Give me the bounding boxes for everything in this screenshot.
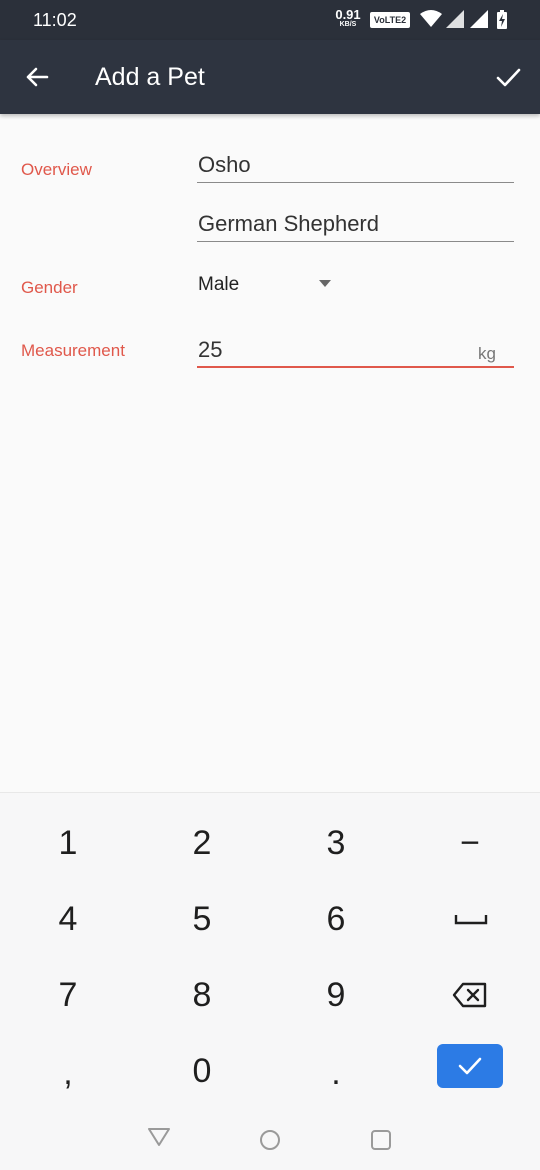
key-period[interactable]: . <box>296 1043 376 1103</box>
space-icon[interactable] <box>454 911 488 927</box>
breed-underline <box>197 241 514 242</box>
home-circle-icon[interactable] <box>258 1128 282 1152</box>
pet-name-input[interactable]: Osho <box>198 152 251 178</box>
key-7[interactable]: 7 <box>28 965 108 1025</box>
arrow-left-icon[interactable] <box>22 62 52 92</box>
breed-input[interactable]: German Shepherd <box>198 211 379 237</box>
network-speed-unit: KB/S <box>339 21 357 28</box>
numeric-keyboard: 1 2 3 − 4 5 6 7 8 9 , 0 . <box>0 792 540 1170</box>
key-minus[interactable]: − <box>430 813 510 873</box>
backspace-icon[interactable] <box>452 981 488 1009</box>
key-5[interactable]: 5 <box>162 889 242 949</box>
gender-dropdown[interactable]: Male <box>198 274 239 296</box>
key-4[interactable]: 4 <box>28 889 108 949</box>
network-speed-value: 0.91 <box>335 7 361 22</box>
key-2[interactable]: 2 <box>162 813 242 873</box>
key-1[interactable]: 1 <box>28 813 108 873</box>
signal-icon <box>470 10 488 28</box>
key-3[interactable]: 3 <box>296 813 376 873</box>
page-title: Add a Pet <box>95 63 205 91</box>
volte-badge: VoLTE2 <box>370 12 410 28</box>
measurement-label: Measurement <box>21 341 125 360</box>
key-6[interactable]: 6 <box>296 889 376 949</box>
key-9[interactable]: 9 <box>296 965 376 1025</box>
battery-charging-icon <box>497 10 507 29</box>
status-time: 11:02 <box>33 10 77 30</box>
signal-icon <box>446 10 464 28</box>
network-speed: 0.91 KB/S <box>333 8 363 28</box>
overview-label: Overview <box>21 160 92 179</box>
check-icon[interactable] <box>493 62 523 92</box>
gender-label: Gender <box>21 278 78 297</box>
recents-square-icon[interactable] <box>369 1128 393 1152</box>
measurement-unit: kg <box>478 344 496 363</box>
measurement-input[interactable]: 25 <box>198 337 222 363</box>
dropdown-arrow-icon[interactable] <box>319 280 331 287</box>
app-bar: Add a Pet <box>0 40 540 114</box>
measurement-underline <box>197 366 514 368</box>
keyboard-done-button[interactable] <box>437 1044 503 1088</box>
check-icon <box>458 1057 482 1075</box>
key-8[interactable]: 8 <box>162 965 242 1025</box>
wifi-icon <box>420 10 442 27</box>
pet-name-underline <box>197 182 514 183</box>
status-bar: 11:02 0.91 KB/S VoLTE2 <box>0 0 540 40</box>
back-triangle-icon[interactable] <box>147 1127 171 1147</box>
key-comma[interactable]: , <box>28 1043 108 1103</box>
key-0[interactable]: 0 <box>162 1041 242 1101</box>
